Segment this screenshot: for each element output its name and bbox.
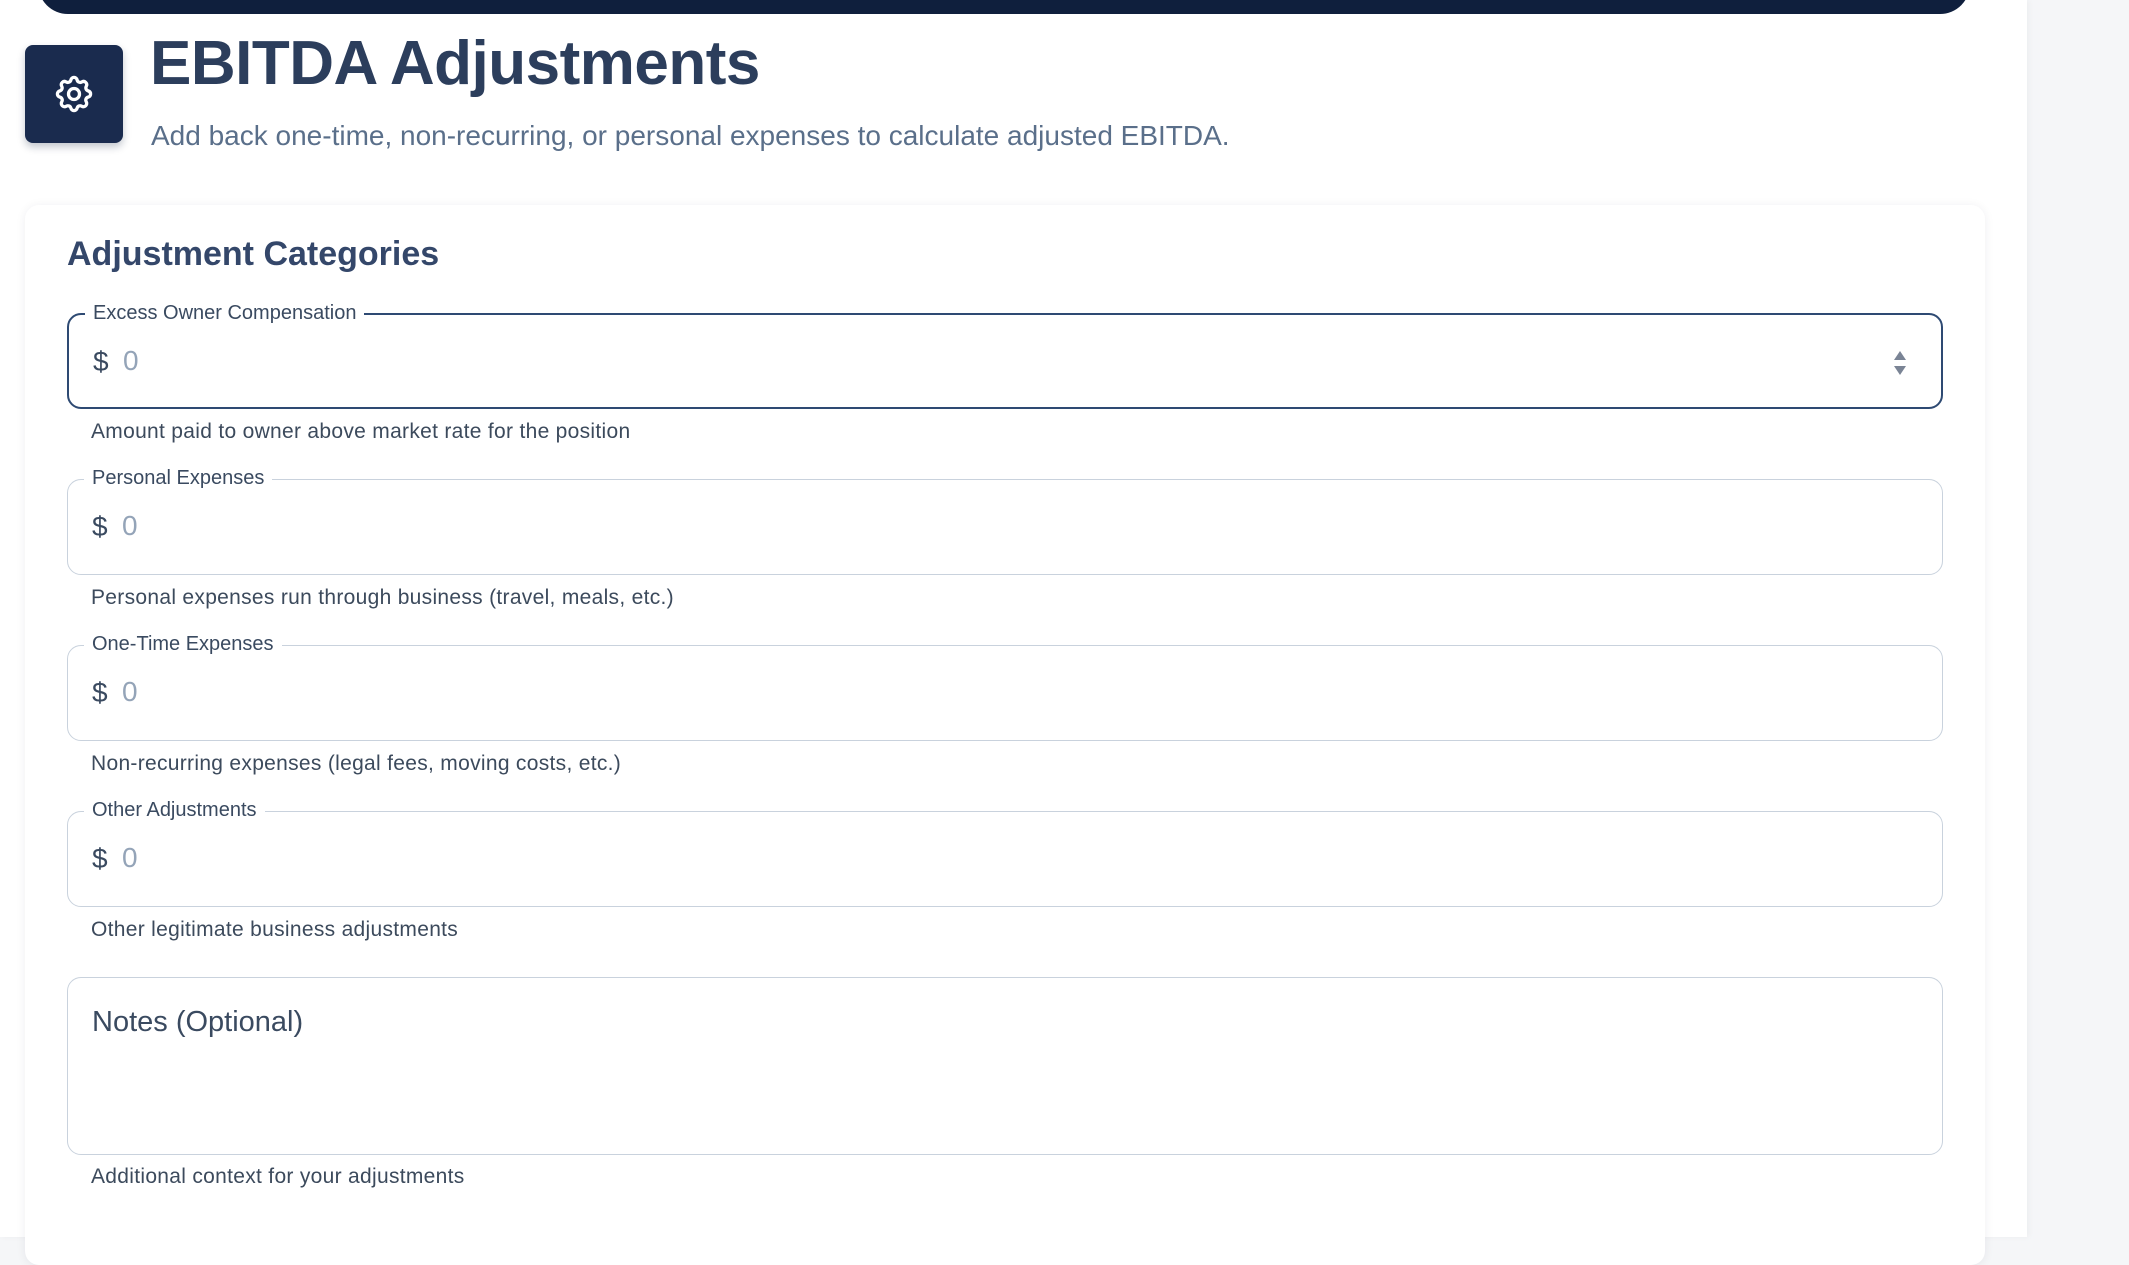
field-helper-text: Non-recurring expenses (legal fees, movi… <box>91 752 622 775</box>
number-spinner[interactable] <box>1891 347 1909 379</box>
personal-expenses-field[interactable]: Personal Expenses $ <box>67 466 1943 575</box>
other-adjustments-input[interactable] <box>122 838 1822 878</box>
notes-helper-text: Additional context for your adjustments <box>91 1165 465 1188</box>
currency-prefix: $ <box>92 511 108 542</box>
notes-textarea[interactable] <box>92 1006 1912 1136</box>
other-adjustments-field[interactable]: Other Adjustments $ <box>67 798 1943 907</box>
field-helper-text: Other legitimate business adjustments <box>91 918 459 941</box>
one-time-expenses-input[interactable] <box>122 672 1822 712</box>
gear-icon <box>55 75 93 113</box>
page-title: EBITDA Adjustments <box>150 29 760 98</box>
field-label: Personal Expenses <box>84 466 273 490</box>
page: EBITDA Adjustments Add back one-time, no… <box>0 0 2027 1265</box>
header-icon-tile <box>25 45 123 143</box>
page-subtitle: Add back one-time, non-recurring, or per… <box>151 120 1230 151</box>
excess-owner-compensation-field[interactable]: Excess Owner Compensation $ <box>67 301 1943 409</box>
field-label: Excess Owner Compensation <box>85 301 365 325</box>
adjustment-categories-card: Adjustment Categories Excess Owner Compe… <box>25 205 1985 1265</box>
one-time-expenses-field[interactable]: One-Time Expenses $ <box>67 632 1943 741</box>
excess-owner-compensation-input[interactable] <box>123 341 1823 381</box>
notes-field[interactable] <box>67 977 1943 1155</box>
field-label: One-Time Expenses <box>84 632 282 656</box>
field-helper-text: Amount paid to owner above market rate f… <box>91 420 631 443</box>
personal-expenses-input[interactable] <box>122 506 1822 546</box>
top-banner <box>38 0 1970 14</box>
currency-prefix: $ <box>93 346 109 377</box>
card-title: Adjustment Categories <box>67 235 440 273</box>
currency-prefix: $ <box>92 677 108 708</box>
field-label: Other Adjustments <box>84 798 265 822</box>
currency-prefix: $ <box>92 843 108 874</box>
field-helper-text: Personal expenses run through business (… <box>91 586 674 609</box>
spinner-arrows-icon <box>1894 351 1906 375</box>
